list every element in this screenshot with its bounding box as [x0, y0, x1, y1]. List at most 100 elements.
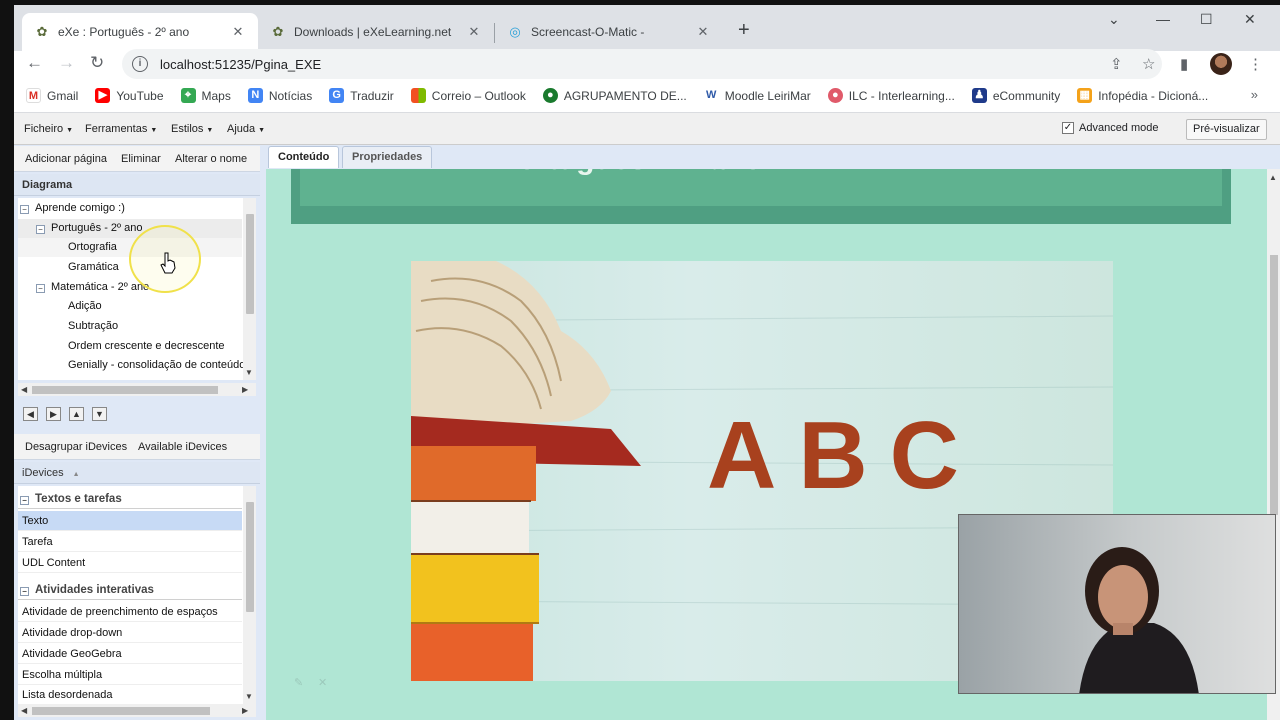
edit-pencil-icon[interactable]: ✎	[294, 676, 303, 689]
translate-icon: G	[329, 88, 345, 103]
idevice-udl-content[interactable]: UDL Content	[18, 553, 242, 573]
sort-ascending-icon[interactable]: ▲	[73, 471, 80, 478]
tree-node-root[interactable]: − Aprende comigo :)	[20, 199, 125, 218]
idevices-header[interactable]: iDevices ▲	[14, 462, 260, 484]
side-panel-icon[interactable]: ▮	[1180, 55, 1188, 73]
tree-node-subtracao[interactable]: Subtração	[68, 317, 118, 336]
back-arrow-icon[interactable]: ←	[26, 53, 43, 73]
idevice-geogebra[interactable]: Atividade GeoGebra	[18, 644, 242, 664]
move-down-icon[interactable]: ▼	[92, 407, 107, 421]
ungroup-idevices-button[interactable]: Desagrupar iDevices	[25, 441, 127, 453]
collapse-icon[interactable]: −	[20, 587, 29, 596]
tree-node-matematica[interactable]: − Matemática - 2º ano	[36, 278, 149, 297]
scroll-up-arrow-icon[interactable]: ▲	[1269, 173, 1277, 182]
idevice-preenchimento[interactable]: Atividade de preenchimento de espaços	[18, 602, 242, 622]
menu-ferramentas[interactable]: Ferramentas ▼	[85, 123, 157, 135]
delete-page-button[interactable]: Eliminar	[121, 153, 161, 165]
menu-ficheiro[interactable]: Ficheiro ▼	[24, 123, 73, 135]
bookmark-infopedia[interactable]: ▦ Infopédia - Dicioná...	[1077, 88, 1208, 103]
idevice-texto[interactable]: Texto	[18, 511, 242, 531]
idevice-tarefa[interactable]: Tarefa	[18, 532, 242, 552]
move-right-icon[interactable]: ▶	[46, 407, 61, 421]
category-textos-tarefas[interactable]: − Textos e tarefas	[18, 489, 242, 509]
microsoft-icon	[410, 88, 426, 103]
available-idevices-button[interactable]: Available iDevices	[138, 441, 227, 453]
category-atividades-interativas[interactable]: − Atividades interativas	[18, 580, 242, 600]
tab-propriedades[interactable]: Propriedades	[342, 146, 433, 168]
collapse-icon[interactable]: −	[20, 496, 29, 505]
new-tab-icon[interactable]: +	[738, 19, 750, 42]
delete-x-icon[interactable]: ✕	[318, 676, 327, 689]
scroll-thumb[interactable]	[32, 386, 218, 394]
idevice-escolha-multipla[interactable]: Escolha múltipla	[18, 665, 242, 685]
dropdown-arrow-icon: ▼	[258, 127, 266, 134]
idevice-drop-down[interactable]: Atividade drop-down	[18, 623, 242, 643]
tree-node-gramatica[interactable]: Gramática	[68, 258, 119, 277]
bookmark-moodle[interactable]: W Moodle LeiriMar	[703, 88, 811, 103]
forward-arrow-icon[interactable]: →	[58, 53, 75, 73]
add-page-button[interactable]: Adicionar página	[25, 153, 107, 165]
idevices-horizontal-scrollbar[interactable]: ◀ ▶	[18, 704, 256, 717]
gmail-icon: M	[26, 88, 41, 103]
advanced-mode-toggle[interactable]: ✓ Advanced mode	[1062, 122, 1159, 134]
bookmark-gmail[interactable]: M Gmail	[26, 88, 78, 103]
collapse-icon[interactable]: −	[20, 205, 29, 214]
more-menu-icon[interactable]: ⋮	[1248, 55, 1263, 73]
bookmark-traduzir[interactable]: G Traduzir	[329, 88, 394, 103]
share-icon[interactable]: ⇪	[1110, 55, 1123, 73]
idevices-vertical-scrollbar[interactable]: ▼	[243, 486, 256, 704]
preview-button[interactable]: Pré-visualizar	[1186, 119, 1267, 140]
reload-icon[interactable]: ↻	[90, 53, 104, 73]
more-bookmarks-icon[interactable]: »	[1251, 87, 1258, 102]
bookmark-agrupamento[interactable]: ● AGRUPAMENTO DE...	[542, 88, 687, 103]
rename-page-button[interactable]: Alterar o nome	[175, 153, 247, 165]
minimize-icon[interactable]: —	[1156, 11, 1170, 27]
close-tab-icon[interactable]: ✕	[230, 24, 246, 40]
collapse-icon[interactable]: −	[36, 284, 45, 293]
menu-bar: Ficheiro ▼ Ferramentas ▼ Estilos ▼ Ajuda ▼ ✓…	[14, 113, 1280, 145]
close-tab-icon[interactable]: ✕	[466, 24, 482, 40]
browser-tab-screencast[interactable]: ◎ Screencast-O-Matic - ✕	[495, 13, 723, 51]
bookmark-outlook[interactable]: Correio – Outlook	[410, 88, 526, 103]
bookmark-ecommunity[interactable]: ♟ eCommunity	[971, 88, 1060, 103]
scroll-thumb[interactable]	[246, 214, 254, 314]
scroll-right-arrow-icon[interactable]: ▶	[242, 385, 248, 394]
bookmark-star-icon[interactable]: ☆	[1142, 55, 1155, 73]
bookmark-maps[interactable]: ⌖ Maps	[180, 88, 231, 103]
bookmark-ilc[interactable]: ● ILC - Interlearning...	[827, 88, 955, 103]
site-info-icon[interactable]: i	[132, 56, 148, 72]
bookmark-youtube[interactable]: ▶ YouTube	[95, 88, 164, 103]
idevice-lista-desordenada[interactable]: Lista desordenada	[18, 685, 242, 704]
scroll-left-arrow-icon[interactable]: ◀	[21, 706, 27, 715]
tree-node-portugues[interactable]: − Português - 2º ano	[18, 219, 242, 238]
close-window-icon[interactable]: ✕	[1244, 11, 1256, 28]
collapse-icon[interactable]: −	[36, 225, 45, 234]
tree-vertical-scrollbar[interactable]: ▼	[243, 198, 256, 380]
scroll-thumb[interactable]	[246, 502, 254, 612]
menu-ajuda[interactable]: Ajuda ▼	[227, 123, 265, 135]
tree-node-adicao[interactable]: Adição	[68, 297, 102, 316]
tree-node-ordem[interactable]: Ordem crescente e decrescente	[68, 337, 225, 356]
scroll-left-arrow-icon[interactable]: ◀	[21, 385, 27, 394]
tree-horizontal-scrollbar[interactable]: ◀ ▶	[18, 383, 256, 396]
address-bar[interactable]: i localhost:51235/Pgina_EXE	[122, 49, 1162, 79]
tab-search-chevron-icon[interactable]: ⌄	[1108, 11, 1120, 28]
menu-estilos[interactable]: Estilos ▼	[171, 123, 213, 135]
move-left-icon[interactable]: ◀	[23, 407, 38, 421]
scroll-right-arrow-icon[interactable]: ▶	[242, 706, 248, 715]
bookmark-label: Gmail	[47, 88, 79, 103]
bookmark-noticias[interactable]: N Notícias	[247, 88, 312, 103]
scroll-down-arrow-icon[interactable]: ▼	[245, 368, 253, 377]
profile-avatar[interactable]	[1210, 53, 1232, 75]
close-tab-icon[interactable]: ✕	[695, 24, 711, 40]
browser-tab-downloads[interactable]: ✿ Downloads | eXeLearning.net ✕	[258, 13, 494, 51]
scroll-thumb[interactable]	[1270, 255, 1278, 515]
tree-node-genially[interactable]: Genially - consolidação de conteúdo	[68, 356, 245, 375]
scroll-thumb[interactable]	[32, 707, 210, 715]
browser-tab-exe[interactable]: ✿ eXe : Português - 2º ano ✕	[22, 13, 258, 51]
maximize-icon[interactable]: ☐	[1200, 11, 1213, 28]
move-up-icon[interactable]: ▲	[69, 407, 84, 421]
scroll-down-arrow-icon[interactable]: ▼	[245, 692, 253, 701]
checkbox-checked-icon[interactable]: ✓	[1062, 122, 1074, 134]
tab-conteudo[interactable]: Conteúdo	[268, 146, 340, 168]
